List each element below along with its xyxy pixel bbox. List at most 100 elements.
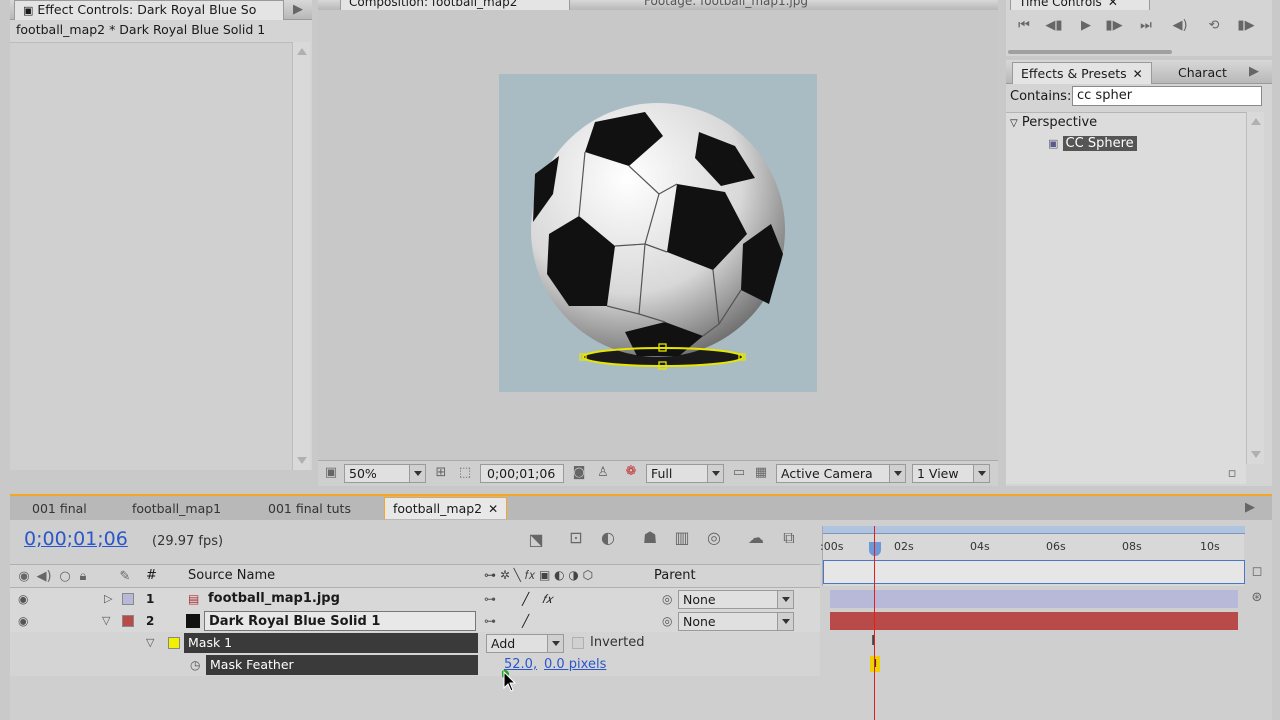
tab-character[interactable]: Charact <box>1170 62 1235 84</box>
parent-pickwhip-icon[interactable]: ◎ <box>662 588 672 610</box>
comment-icon[interactable]: ◻ <box>1248 564 1266 580</box>
play-icon[interactable]: ▶ <box>1076 18 1096 34</box>
live-update-icon[interactable]: ⊡ <box>566 530 586 546</box>
effect-controls-scrollbar[interactable] <box>292 42 310 470</box>
panel-menu-icon[interactable]: ▶ <box>290 2 306 18</box>
first-frame-icon[interactable]: ⏮ <box>1014 18 1034 34</box>
comp-button-icon[interactable]: ⊛ <box>1248 590 1266 606</box>
scroll-up-icon[interactable] <box>1251 118 1261 125</box>
quality-switch-icon[interactable]: ╱ <box>522 610 529 632</box>
effects-scrollbar[interactable] <box>1246 112 1264 464</box>
collapse-triangle-icon[interactable]: ▽ <box>102 610 110 632</box>
effect-item-cc-sphere[interactable]: ▣ CC Sphere <box>1048 136 1137 151</box>
layer-row-1[interactable]: ◉ ▷ 1 ▤ football_map1.jpg ⊶ ╱ 𝑓𝑥 ◎ None <box>10 588 820 610</box>
composition-viewer[interactable] <box>318 12 998 460</box>
views-dropdown[interactable]: 1 View <box>912 464 990 483</box>
graph-editor-icon[interactable]: ⧉ <box>778 530 800 546</box>
scroll-down-icon[interactable] <box>1251 451 1261 458</box>
mask-visibility-icon[interactable]: ⬚ <box>456 465 474 481</box>
expand-triangle-icon[interactable]: ▽ <box>1010 118 1018 129</box>
label-color-swatch[interactable] <box>122 593 134 605</box>
tab-effect-controls[interactable]: ▣ Effect Controls: Dark Royal Blue So <box>14 0 284 20</box>
time-ruler[interactable] <box>822 526 1245 586</box>
label-color-swatch[interactable] <box>122 615 134 627</box>
region-of-interest-icon[interactable]: ▭ <box>730 465 748 481</box>
effects-search-input[interactable]: cc spher <box>1072 86 1262 106</box>
playhead-line[interactable] <box>874 526 875 720</box>
folder-perspective[interactable]: ▽ Perspective <box>1010 115 1097 130</box>
tab-footage[interactable]: Footage: football_map1.jpg <box>636 0 816 10</box>
layer-1-bar[interactable] <box>830 590 1238 608</box>
last-frame-icon[interactable]: ⏭ <box>1136 18 1156 34</box>
scroll-up-icon[interactable] <box>297 48 307 55</box>
mask-mode-dropdown[interactable]: Add <box>486 634 564 653</box>
timeline-tab-football-map1[interactable]: football_map1 <box>124 498 229 520</box>
mask-feather-y-value[interactable]: 0.0 pixels <box>544 654 606 676</box>
loop-icon[interactable]: ⟲ <box>1204 18 1224 34</box>
tab-composition[interactable]: Composition: football_map2 <box>340 0 570 10</box>
comp-mini-flowchart-icon[interactable]: ⬔ <box>526 532 546 548</box>
effect-switch-icon[interactable]: 𝑓𝑥 <box>542 588 552 610</box>
channel-icon[interactable]: ❁ <box>622 464 640 480</box>
video-switch-icon[interactable]: ◉ <box>16 569 32 585</box>
playhead-handle[interactable] <box>869 542 881 556</box>
previous-frame-icon[interactable]: ◀▮ <box>1044 18 1064 34</box>
tab-effects-presets[interactable]: Effects & Presets ✕ <box>1012 62 1152 84</box>
mask-row[interactable]: ▽ Mask 1 Add Inverted <box>10 632 820 654</box>
quality-switch-icon[interactable]: ╱ <box>522 588 529 610</box>
zoom-dropdown[interactable]: 50% <box>344 464 426 483</box>
new-folder-icon[interactable]: ▫ <box>1224 466 1240 482</box>
transparency-grid-icon[interactable]: ▦ <box>752 465 770 481</box>
parent-dropdown[interactable]: None <box>678 612 794 631</box>
lock-icon[interactable]: 🔒︎ <box>76 569 90 585</box>
scroll-down-icon[interactable] <box>297 457 307 464</box>
parent-pickwhip-icon[interactable]: ◎ <box>662 610 672 632</box>
resolution-dropdown[interactable]: Full <box>646 464 724 483</box>
close-icon[interactable]: ✕ <box>1133 63 1143 84</box>
next-frame-icon[interactable]: ▮▶ <box>1104 18 1124 34</box>
collapse-triangle-icon[interactable]: ▽ <box>146 632 154 654</box>
mask-name[interactable]: Mask 1 <box>184 633 478 653</box>
label-icon[interactable]: ✎ <box>116 569 134 585</box>
mask-feather-name[interactable]: Mask Feather <box>206 655 478 675</box>
panel-menu-icon[interactable]: ▶ <box>1246 64 1262 80</box>
expand-triangle-icon[interactable]: ▷ <box>104 588 112 610</box>
tab-time-controls[interactable]: Time Controls ✕ <box>1010 0 1150 10</box>
safe-zones-icon[interactable]: ⊞ <box>432 465 450 481</box>
inverted-checkbox[interactable] <box>572 637 584 649</box>
close-icon[interactable]: ✕ <box>488 498 498 519</box>
work-area-bar[interactable] <box>823 526 1245 534</box>
always-preview-icon[interactable]: ▣ <box>322 465 340 481</box>
ram-preview-icon[interactable]: ▮▶ <box>1236 18 1256 34</box>
layer-2-bar[interactable] <box>830 612 1238 630</box>
draft-3d-icon[interactable]: ◐ <box>598 530 618 546</box>
timeline-tab-001-final[interactable]: 001 final <box>24 498 95 520</box>
audio-switch-icon[interactable]: ◀) <box>36 569 52 585</box>
panel-menu-icon[interactable]: ▶ <box>1242 500 1258 516</box>
layer-name[interactable]: football_map1.jpg <box>204 589 340 609</box>
show-snapshot-icon[interactable]: ♙ <box>594 465 612 481</box>
layer-row-2[interactable]: ◉ ▽ 2 Dark Royal Blue Solid 1 ⊶ ╱ ◎ None <box>10 610 820 632</box>
shy-icon[interactable]: ☗ <box>640 530 660 546</box>
mask-feather-keyframe-marker[interactable]: I <box>870 656 880 672</box>
parent-dropdown[interactable]: None <box>678 590 794 609</box>
shy-switch-icon[interactable]: ⊶ <box>484 588 496 610</box>
eye-icon[interactable]: ◉ <box>18 588 28 610</box>
motion-blur-icon[interactable]: ◎ <box>704 530 724 546</box>
audio-icon[interactable]: ◀) <box>1170 18 1190 34</box>
brainstorm-icon[interactable]: ☁ <box>746 530 766 546</box>
timeline-current-time[interactable]: 0;00;01;06 <box>24 528 128 550</box>
camera-dropdown[interactable]: Active Camera <box>776 464 906 483</box>
timeline-tab-football-map2[interactable]: football_map2 ✕ <box>384 497 508 519</box>
mask-color-swatch[interactable] <box>168 637 180 649</box>
layer-name[interactable]: Dark Royal Blue Solid 1 <box>204 611 476 631</box>
mask-feather-row[interactable]: ◷ Mask Feather 52.0, 0.0 pixels <box>10 654 820 676</box>
frame-blending-icon[interactable]: ▥ <box>672 530 692 546</box>
comp-timecode[interactable]: 0;00;01;06 <box>480 464 564 483</box>
snapshot-icon[interactable]: ◙ <box>570 465 588 481</box>
solo-icon[interactable]: ○ <box>58 569 72 585</box>
close-icon[interactable]: ✕ <box>1108 0 1118 9</box>
shy-switch-icon[interactable]: ⊶ <box>484 610 496 632</box>
timeline-tab-001-final-tuts[interactable]: 001 final tuts <box>260 498 359 520</box>
stopwatch-icon[interactable]: ◷ <box>190 654 200 676</box>
